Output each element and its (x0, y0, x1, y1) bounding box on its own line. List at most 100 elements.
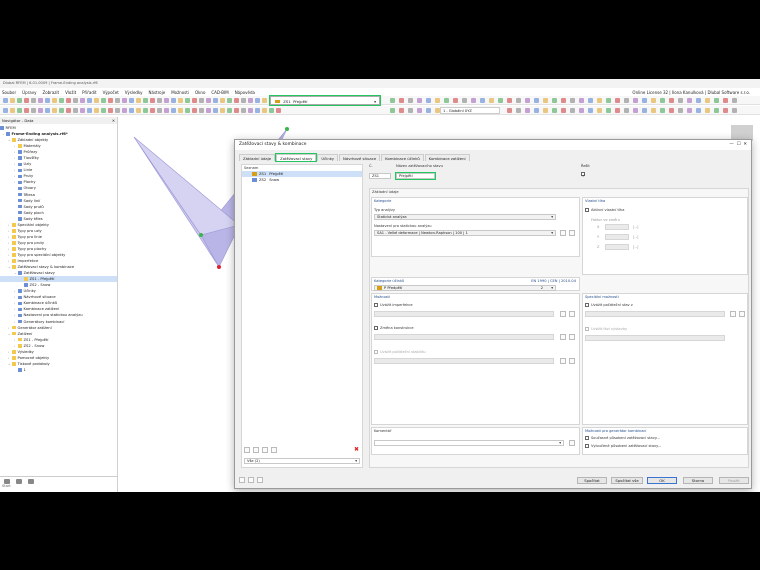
load-case-selector[interactable]: ZS1 Přejpětí ▾ (269, 95, 381, 106)
toolbar-icon[interactable] (241, 108, 246, 113)
toolbar-icon[interactable] (543, 108, 548, 113)
toolbar-icon[interactable] (552, 108, 557, 113)
generator-option-2[interactable]: Vyloučené působení zatěžovací stavy... (585, 444, 661, 448)
units-icon[interactable] (248, 477, 254, 483)
calculate-all-button[interactable]: Spočítat vše (611, 477, 643, 484)
toolbar-icon[interactable] (143, 98, 148, 103)
toolbar-icon[interactable] (276, 108, 281, 113)
toolbar-icon[interactable] (579, 98, 584, 103)
toolbar-icon[interactable] (192, 108, 197, 113)
tab-3[interactable]: Návrhové situace (339, 154, 381, 161)
stability-select[interactable] (374, 358, 554, 364)
menu-item[interactable]: Přiřadit (82, 90, 96, 95)
function-icon[interactable] (257, 477, 263, 483)
toolbar-icon[interactable] (248, 98, 253, 103)
toolbar-icon[interactable] (687, 98, 692, 103)
toolbar-icon[interactable] (525, 98, 530, 103)
toolbar-icon[interactable] (615, 98, 620, 103)
axis-factor-field[interactable] (605, 234, 629, 240)
toolbar-icon[interactable] (101, 98, 106, 103)
edit-stability-icon[interactable] (569, 358, 575, 364)
toolbar-icon[interactable] (435, 108, 440, 113)
toolbar-icon[interactable] (122, 108, 127, 113)
tree-item[interactable]: 1 (0, 367, 117, 373)
display-tab-icon[interactable] (16, 479, 22, 484)
initial-state-select[interactable] (585, 311, 725, 317)
toolbar-icon[interactable] (59, 98, 64, 103)
toolbar-icon[interactable] (108, 108, 113, 113)
new-structure-icon[interactable] (560, 334, 566, 340)
toolbar-icon[interactable] (597, 98, 602, 103)
toolbar-icon[interactable] (552, 98, 557, 103)
toolbar-icon[interactable] (136, 98, 141, 103)
comment-input[interactable]: ▾ (374, 440, 564, 446)
toolbar-icon[interactable] (234, 98, 239, 103)
toolbar-icon[interactable] (669, 108, 674, 113)
generator-option-1[interactable]: Současné působení zatěžovací stavy... (585, 436, 660, 440)
menu-item[interactable]: Nástroje (149, 90, 166, 95)
axis-factor-field[interactable] (605, 224, 629, 230)
toolbar-icon[interactable] (3, 108, 8, 113)
menu-item[interactable]: CAD-BIM (211, 90, 228, 95)
action-category-select[interactable]: P Předpětí 2 ▾ (374, 285, 556, 291)
toolbar-icon[interactable] (136, 108, 141, 113)
toolbar-icon[interactable] (426, 98, 431, 103)
toolbar-icon[interactable] (94, 108, 99, 113)
views-tab-icon[interactable] (28, 479, 34, 484)
toolbar-icon[interactable] (255, 98, 260, 103)
toolbar-icon[interactable] (678, 98, 683, 103)
toolbar-icon[interactable] (38, 98, 43, 103)
copy-icon[interactable] (253, 447, 259, 453)
settings-select[interactable]: SA1 - Velké deformace | Newton-Raphson |… (374, 230, 556, 236)
new-stability-icon[interactable] (560, 358, 566, 364)
phase-select[interactable] (585, 335, 725, 341)
toolbar-icon[interactable] (10, 108, 15, 113)
toolbar-icon[interactable] (220, 108, 225, 113)
toolbar-icon[interactable] (94, 98, 99, 103)
toolbar-icon[interactable] (606, 98, 611, 103)
toolbar-icon[interactable] (52, 108, 57, 113)
toolbar-icon[interactable] (561, 108, 566, 113)
name-field[interactable]: Přejpětí (395, 172, 436, 180)
tab-0[interactable]: Základní údaje (239, 154, 276, 161)
toolbar-icon[interactable] (164, 108, 169, 113)
toolbar-icon[interactable] (588, 98, 593, 103)
toolbar-icon[interactable] (570, 108, 575, 113)
toolbar-icon[interactable] (669, 98, 674, 103)
toolbar-icon[interactable] (399, 108, 404, 113)
filter-select[interactable]: Vše (2) ▾ (244, 458, 360, 464)
edit-state-icon[interactable] (739, 311, 745, 317)
toolbar-icon[interactable] (507, 108, 512, 113)
menu-item[interactable]: Úpravy (22, 90, 36, 95)
toolbar-icon[interactable] (129, 108, 134, 113)
delete-icon[interactable]: ✖ (354, 446, 359, 453)
toolbar-icon[interactable] (45, 108, 50, 113)
axis-factor-field[interactable] (605, 244, 629, 250)
tab-2[interactable]: Účinky (317, 154, 339, 161)
window-controls[interactable]: — ☐ ✕ (729, 142, 747, 148)
toolbar-icon[interactable] (185, 108, 190, 113)
toolbar-icon[interactable] (453, 98, 458, 103)
toolbar-icon[interactable] (462, 98, 467, 103)
toolbar-icon[interactable] (534, 108, 539, 113)
toolbar-icon[interactable] (248, 108, 253, 113)
toolbar-icon[interactable] (24, 98, 29, 103)
toolbar-icon[interactable] (435, 98, 440, 103)
toolbar-icon[interactable] (426, 108, 431, 113)
imperfection-option[interactable]: Uvážit imperfekce (374, 303, 413, 307)
toolbar-icon[interactable] (255, 108, 260, 113)
menu-item[interactable]: Soubor (2, 90, 16, 95)
self-weight-option[interactable]: Aktivní vlastní tíha (585, 208, 624, 212)
export-icon[interactable] (271, 447, 277, 453)
toolbar-icon[interactable] (45, 98, 50, 103)
comment-edit-icon[interactable] (569, 440, 575, 446)
toolbar-icon[interactable] (615, 108, 620, 113)
no-field[interactable]: ZS1 (369, 173, 391, 179)
structure-option[interactable]: Změna konstrukce (374, 326, 414, 330)
calculate-button[interactable]: Spočítat (577, 477, 607, 484)
toolbar-icon[interactable] (59, 108, 64, 113)
toolbar-icon[interactable] (660, 108, 665, 113)
toolbar-icon[interactable] (178, 98, 183, 103)
toolbar-icon[interactable] (417, 108, 422, 113)
toolbar-icon[interactable] (408, 98, 413, 103)
